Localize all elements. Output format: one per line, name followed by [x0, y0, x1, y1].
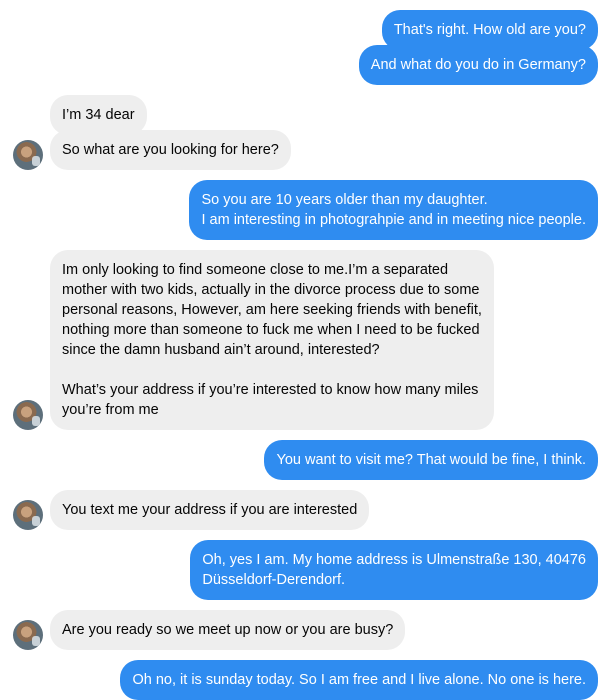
- incoming-message-bubble[interactable]: You text me your address if you are inte…: [50, 490, 370, 530]
- message-row-incoming: I’m 34 dear: [13, 95, 147, 135]
- message-row-outgoing: And what do you do in Germany?: [358, 45, 598, 85]
- message-row-incoming: So what are you looking for here?: [13, 130, 291, 170]
- message-row-incoming: You text me your address if you are inte…: [13, 490, 370, 530]
- outgoing-message-bubble[interactable]: And what do you do in Germany?: [358, 45, 598, 85]
- message-row-outgoing: That's right. How old are you?: [381, 10, 598, 50]
- message-row-incoming: Im only looking to find someone close to…: [13, 250, 494, 430]
- message-row-outgoing: You want to visit me? That would be fine…: [264, 440, 598, 480]
- outgoing-message-bubble[interactable]: Oh, yes I am. My home address is Ulmenst…: [190, 540, 598, 600]
- avatar[interactable]: [13, 140, 43, 170]
- message-row-outgoing: Oh no, it is sunday today. So I am free …: [120, 660, 598, 700]
- message-row-incoming: Are you ready so we meet up now or you a…: [13, 610, 406, 650]
- avatar-slot: [13, 500, 43, 530]
- outgoing-message-bubble[interactable]: That's right. How old are you?: [381, 10, 598, 50]
- incoming-message-bubble[interactable]: I’m 34 dear: [50, 95, 147, 135]
- avatar-slot: [13, 620, 43, 650]
- message-thread: That's right. How old are you? And what …: [0, 0, 605, 700]
- incoming-message-bubble[interactable]: Im only looking to find someone close to…: [50, 250, 494, 430]
- outgoing-message-bubble[interactable]: So you are 10 years older than my daught…: [189, 180, 598, 240]
- outgoing-message-bubble[interactable]: Oh no, it is sunday today. So I am free …: [120, 660, 598, 700]
- incoming-message-bubble[interactable]: Are you ready so we meet up now or you a…: [50, 610, 406, 650]
- avatar-slot: [13, 400, 43, 430]
- message-row-outgoing: So you are 10 years older than my daught…: [189, 180, 598, 240]
- outgoing-message-bubble[interactable]: You want to visit me? That would be fine…: [264, 440, 598, 480]
- avatar[interactable]: [13, 400, 43, 430]
- avatar[interactable]: [13, 620, 43, 650]
- message-row-outgoing: Oh, yes I am. My home address is Ulmenst…: [190, 540, 598, 600]
- avatar[interactable]: [13, 500, 43, 530]
- avatar-slot: [13, 140, 43, 170]
- incoming-message-bubble[interactable]: So what are you looking for here?: [50, 130, 291, 170]
